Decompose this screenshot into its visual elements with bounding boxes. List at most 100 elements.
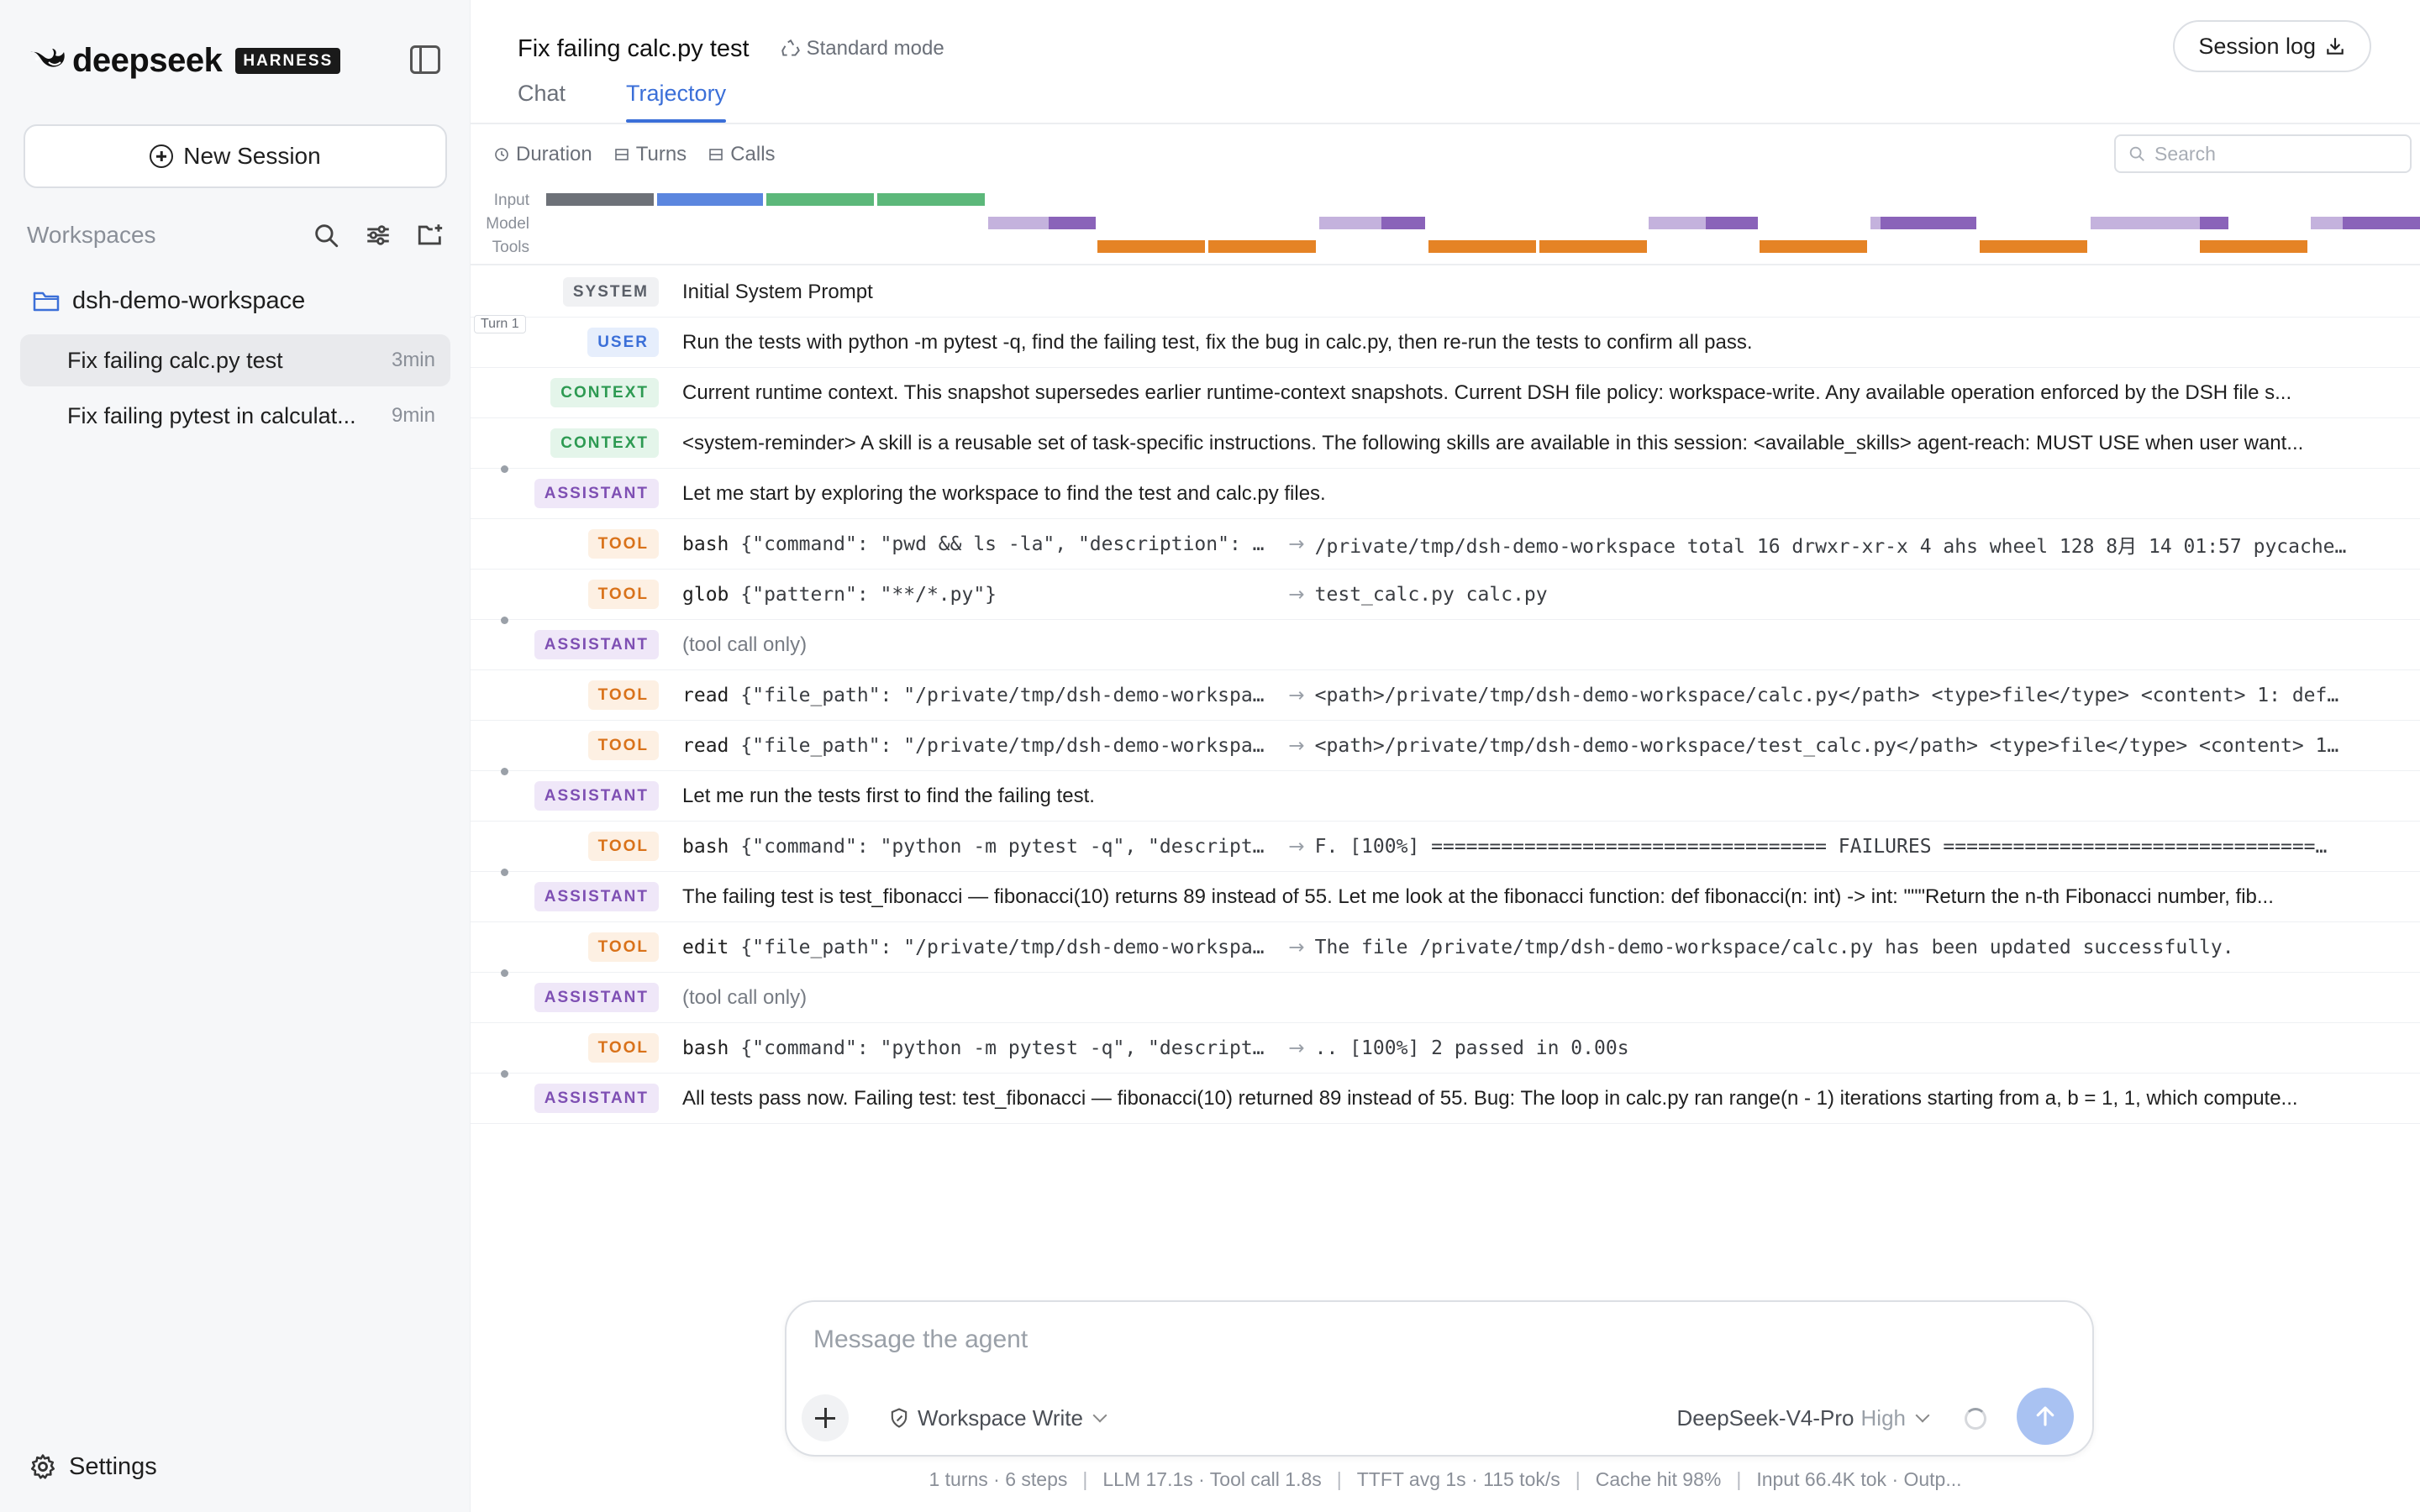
model-selector[interactable]: DeepSeek-V4-Pro High (1677, 1401, 1930, 1435)
row-text: (tool call only) (682, 985, 808, 1009)
session-item[interactable]: Fix failing pytest in calculat... 9min (20, 390, 450, 442)
timeline-tool-segment[interactable] (2200, 240, 2307, 253)
tool-call-line: read {"file_path": "/private/tmp/dsh-demo… (682, 685, 2402, 706)
timeline-input-segment[interactable] (657, 193, 763, 206)
timeline-model-segment[interactable] (1706, 217, 1758, 229)
tool-args: {"command": "python -m pytest -q", "desc… (740, 1037, 1265, 1059)
page-title: Fix failing calc.py test (518, 34, 750, 62)
download-icon (2327, 38, 2344, 55)
settings-button[interactable]: Settings (29, 1448, 157, 1485)
trajectory-row[interactable]: TOOL read {"file_path": "/private/tmp/dsh-… (471, 721, 2420, 771)
tool-result: F. [100%] ==============================… (1314, 835, 2328, 858)
trajectory-row[interactable]: ASSISTANT Let me start by exploring the w… (471, 465, 2420, 519)
role-cell: TOOL (471, 529, 659, 559)
status-ttft: TTFT avg 1s · 115 tok/s (1356, 1468, 1560, 1490)
timeline-tool-segment[interactable] (1208, 240, 1316, 253)
timeline-model-segment[interactable] (988, 217, 1049, 229)
tool-result: <path>/private/tmp/dsh-demo-workspace/te… (1314, 734, 2339, 757)
trajectory-row[interactable]: TOOL glob {"pattern": "**/*.py"} → test_calc… (471, 570, 2420, 620)
trajectory-row[interactable]: TOOL edit {"file_path": "/private/tmp/dsh-… (471, 922, 2420, 973)
timeline-tool-segment[interactable] (1539, 240, 1647, 253)
timeline-model-segment[interactable] (2343, 217, 2420, 229)
role-badge: TOOL (587, 580, 659, 609)
status-separator: | (1736, 1468, 1742, 1490)
sort-calls-button[interactable]: Calls (708, 143, 776, 166)
sort-duration-button[interactable]: Duration (494, 143, 592, 166)
arrow-right-icon: → (1288, 936, 1305, 958)
timeline-tool-segment[interactable] (1980, 240, 2087, 253)
trajectory-row[interactable]: ASSISTANT Let me run the tests first to f… (471, 768, 2420, 822)
attach-plus-button[interactable] (802, 1394, 849, 1441)
workspace-folder[interactable]: dsh-demo-workspace (32, 282, 305, 319)
timeline-input-segment[interactable] (546, 193, 654, 206)
timeline-tool-segment[interactable] (1760, 240, 1867, 253)
timeline-tool-segment[interactable] (1428, 240, 1536, 253)
session-log-button[interactable]: Session log (2173, 20, 2371, 72)
timeline-input-segment[interactable] (766, 193, 874, 206)
tool-call-line: edit {"file_path": "/private/tmp/dsh-demo… (682, 937, 2402, 958)
role-cell: CONTEXT (471, 428, 659, 458)
search-icon[interactable] (309, 218, 343, 252)
sidebar-toggle-icon[interactable] (410, 45, 440, 74)
trajectory-row[interactable]: TOOL bash {"command": "pwd && ls -la", "de… (471, 519, 2420, 570)
timeline-model-segment[interactable] (2200, 217, 2228, 229)
tab-trajectory[interactable]: Trajectory (626, 77, 727, 123)
role-badge: ASSISTANT (534, 882, 659, 911)
session-time: 3min (391, 349, 435, 371)
tabs: Chat Trajectory (518, 77, 786, 123)
trajectory-row[interactable]: TOOL bash {"command": "python -m pytest -q… (471, 822, 2420, 872)
timeline-model-segment[interactable] (1649, 217, 1706, 229)
search-input[interactable] (2154, 142, 2390, 165)
permission-selector[interactable]: Workspace Write (887, 1401, 1107, 1435)
role-cell: ASSISTANT (471, 630, 659, 659)
timeline-model-segment[interactable] (2311, 217, 2343, 229)
trajectory-row[interactable]: TOOL bash {"command": "python -m pytest -q… (471, 1023, 2420, 1074)
sort-turns-button[interactable]: Turns (614, 143, 687, 166)
send-button[interactable] (2017, 1388, 2074, 1445)
message-input[interactable] (813, 1326, 1990, 1364)
tool-result: <path>/private/tmp/dsh-demo-workspace/ca… (1314, 684, 2339, 706)
tool-args: {"file_path": "/private/tmp/dsh-demo-wor… (740, 684, 1265, 706)
row-text: The failing test is test_fibonacci — fib… (682, 885, 2274, 908)
role-badge: TOOL (587, 1033, 659, 1063)
status-tokens: Input 66.4K tok · Outp... (1756, 1468, 1962, 1490)
trajectory-row[interactable]: CONTEXT Current runtime context. This sna… (471, 368, 2420, 418)
role-badge: TOOL (587, 731, 659, 760)
mode-label: Standard mode (806, 37, 944, 60)
new-folder-icon[interactable] (413, 218, 447, 252)
role-cell: ASSISTANT (471, 983, 659, 1012)
trajectory-row[interactable]: ASSISTANT (tool call only) (471, 617, 2420, 670)
timeline-model-segment[interactable] (1319, 217, 1381, 229)
timeline-tool-segment[interactable] (1097, 240, 1205, 253)
tool-name: read (682, 734, 729, 757)
timeline-model-segment[interactable] (2091, 217, 2200, 229)
role-cell: CONTEXT (471, 378, 659, 407)
role-badge: TOOL (587, 832, 659, 861)
trajectory-row[interactable]: CONTEXT <system-reminder> A skill is a re… (471, 418, 2420, 469)
timeline-input-segment[interactable] (877, 193, 985, 206)
role-badge: CONTEXT (550, 428, 659, 458)
tool-call-line: bash {"command": "pwd && ls -la", "descri… (682, 530, 2402, 559)
new-session-button[interactable]: New Session (24, 124, 447, 188)
trajectory-row[interactable]: TOOL read {"file_path": "/private/tmp/dsh-… (471, 670, 2420, 721)
timeline-model-segment[interactable] (1049, 217, 1096, 229)
session-item[interactable]: Fix failing calc.py test 3min (20, 334, 450, 386)
trajectory-row[interactable]: Turn 1 USER Run the tests with python -m p… (471, 315, 2420, 368)
timeline-model-segment[interactable] (1870, 217, 1881, 229)
tabs-divider (471, 123, 2420, 124)
step-dot (501, 465, 508, 473)
timeline-model-segment[interactable] (1381, 217, 1425, 229)
role-cell: TOOL (471, 731, 659, 760)
arrow-right-icon: → (1288, 684, 1305, 706)
timeline-model-segment[interactable] (1881, 217, 1976, 229)
row-text: Run the tests with python -m pytest -q, … (682, 330, 1753, 354)
arrow-up-icon (2036, 1406, 2054, 1426)
tab-chat[interactable]: Chat (518, 77, 566, 123)
trajectory-search[interactable] (2114, 134, 2412, 173)
trajectory-row[interactable]: ASSISTANT The failing test is test_fibona… (471, 869, 2420, 922)
role-badge: TOOL (587, 529, 659, 559)
filter-sliders-icon[interactable] (361, 218, 395, 252)
trajectory-row[interactable]: ASSISTANT All tests pass now. Failing tes… (471, 1070, 2420, 1124)
trajectory-row[interactable]: ASSISTANT (tool call only) (471, 969, 2420, 1023)
trajectory-row[interactable]: SYSTEM Initial System Prompt (471, 267, 2420, 318)
